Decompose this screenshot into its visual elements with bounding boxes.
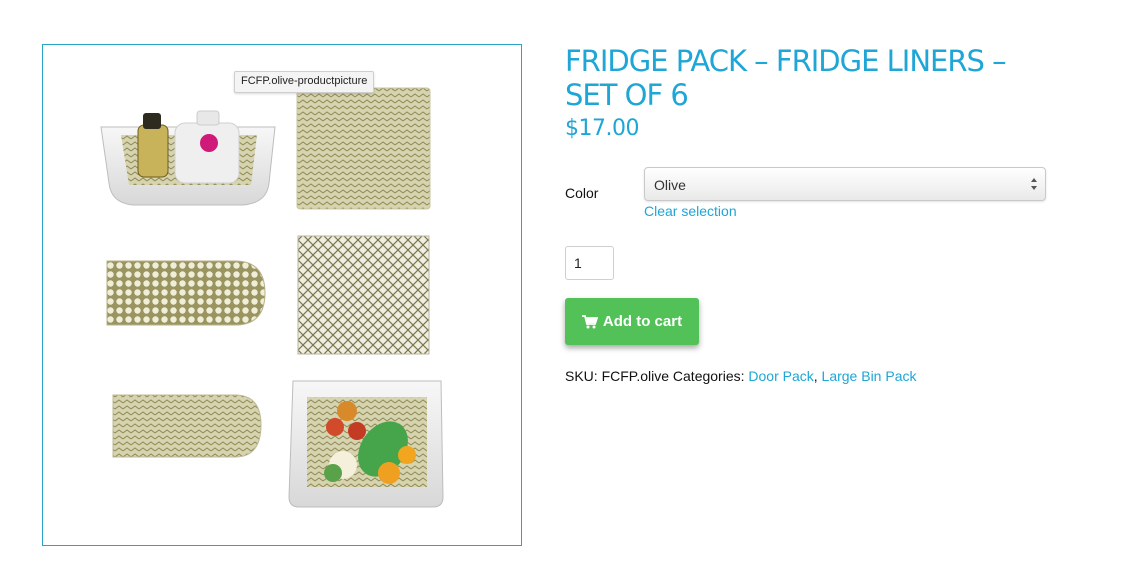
door-tray-photo — [100, 110, 276, 206]
quantity-input[interactable] — [565, 246, 614, 280]
select-arrows-icon — [1031, 178, 1037, 190]
product-meta: SKU: FCFP.olive Categories: Door Pack, L… — [565, 368, 916, 384]
color-label: Color — [565, 185, 599, 201]
liner-dots-halfround — [106, 260, 266, 326]
category-link-door-pack[interactable]: Door Pack — [748, 368, 813, 384]
add-to-cart-button[interactable]: Add to cart — [565, 298, 699, 345]
crisper-bin-photo — [288, 380, 444, 508]
liner-chevron-halfround — [112, 394, 262, 458]
liner-chevron-square — [296, 87, 431, 210]
cart-icon — [581, 314, 598, 328]
add-to-cart-label: Add to cart — [602, 313, 683, 330]
categories-label: Categories: — [672, 368, 745, 384]
color-select-value: Olive — [654, 177, 686, 193]
category-link-large-bin-pack[interactable]: Large Bin Pack — [822, 368, 917, 384]
clear-selection-link[interactable]: Clear selection — [644, 203, 737, 219]
color-select[interactable]: Olive — [644, 167, 1046, 201]
product-title: FRIDGE PACK – FRIDGE LINERS – SET OF 6 — [565, 44, 1007, 112]
product-image-gallery[interactable] — [42, 44, 522, 546]
product-image[interactable] — [43, 45, 523, 547]
sku-label: SKU: — [565, 368, 598, 384]
product-price: $17.00 — [565, 116, 639, 141]
image-tooltip: FCFP.olive-productpicture — [234, 71, 375, 93]
liner-grid-square — [297, 235, 430, 355]
category-separator: , — [813, 368, 822, 384]
sku-value: FCFP.olive — [601, 368, 670, 384]
